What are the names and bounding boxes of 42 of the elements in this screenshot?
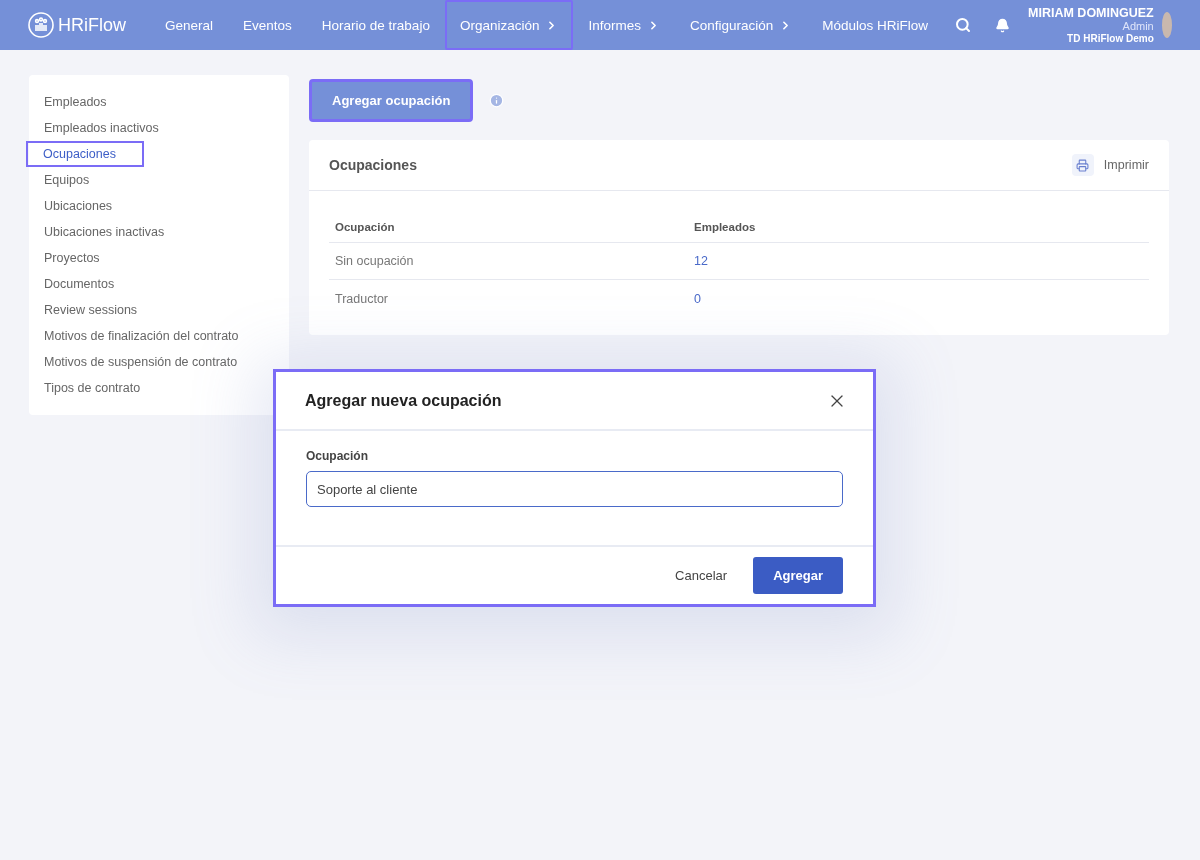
user-role: Admin xyxy=(1122,20,1154,33)
sidebar-item[interactable]: Motivos de suspensión de contrato xyxy=(29,349,289,375)
table-cell-text: Sin ocupación xyxy=(334,254,415,268)
card-title: Ocupaciones xyxy=(329,157,417,173)
sidebar-item[interactable]: Proyectos xyxy=(29,245,289,271)
nav-item[interactable]: Organización xyxy=(444,0,574,50)
sidebar-item[interactable]: Documentos xyxy=(29,271,289,297)
info-icon[interactable] xyxy=(489,93,505,108)
printer-icon xyxy=(1071,154,1094,176)
company-name: TD HRiFlow Demo xyxy=(1067,32,1154,45)
add-button[interactable]: Agregar xyxy=(753,557,843,594)
print-button[interactable]: Imprimir xyxy=(1071,154,1149,176)
sidebar-item[interactable]: Equipos xyxy=(29,167,289,193)
search-button[interactable] xyxy=(955,17,972,33)
cancel-button[interactable]: Cancelar xyxy=(663,558,740,593)
nav-item[interactable]: Eventos xyxy=(228,0,307,50)
column-header: Empleados xyxy=(693,220,757,233)
sidebar-item[interactable]: Empleados xyxy=(29,89,289,115)
avatar[interactable] xyxy=(1161,12,1172,38)
table-cell-text: 12 xyxy=(693,254,709,268)
table-cell-text: 0 xyxy=(693,291,702,306)
occupation-input-field[interactable]: Soporte al cliente xyxy=(306,471,843,507)
nav-item[interactable]: Horario de trabajo xyxy=(306,0,445,50)
nav-item[interactable]: Módulos HRiFlow xyxy=(807,0,944,50)
nav-item[interactable]: General xyxy=(150,0,229,50)
dialog-title: Agregar nueva ocupación xyxy=(305,391,502,410)
sidebar-item[interactable]: Motivos de finalización del contrato xyxy=(29,323,289,349)
table-cell-text: Traductor xyxy=(334,291,390,306)
sidebar-item[interactable]: Ubicaciones inactivas xyxy=(29,219,289,245)
sidebar-item[interactable]: Review sessions xyxy=(29,297,289,323)
notifications-button[interactable] xyxy=(995,17,1011,33)
people-logo-icon xyxy=(28,12,54,38)
add-occupation-button[interactable]: Agregar ocupación xyxy=(309,79,474,122)
field-label: Ocupación xyxy=(306,449,369,463)
column-header: Ocupación xyxy=(334,220,396,233)
sidebar-item[interactable]: Ocupaciones xyxy=(26,141,144,167)
sidebar-item[interactable]: Empleados inactivos xyxy=(29,115,289,141)
nav-item[interactable]: Informes xyxy=(573,0,675,50)
user-name: MIRIAM DOMINGUEZ xyxy=(1028,5,1154,21)
brand-name: HRiFlow xyxy=(58,14,126,36)
nav-item[interactable]: Configuración xyxy=(674,0,808,50)
sidebar-item[interactable]: Ubicaciones xyxy=(29,193,289,219)
